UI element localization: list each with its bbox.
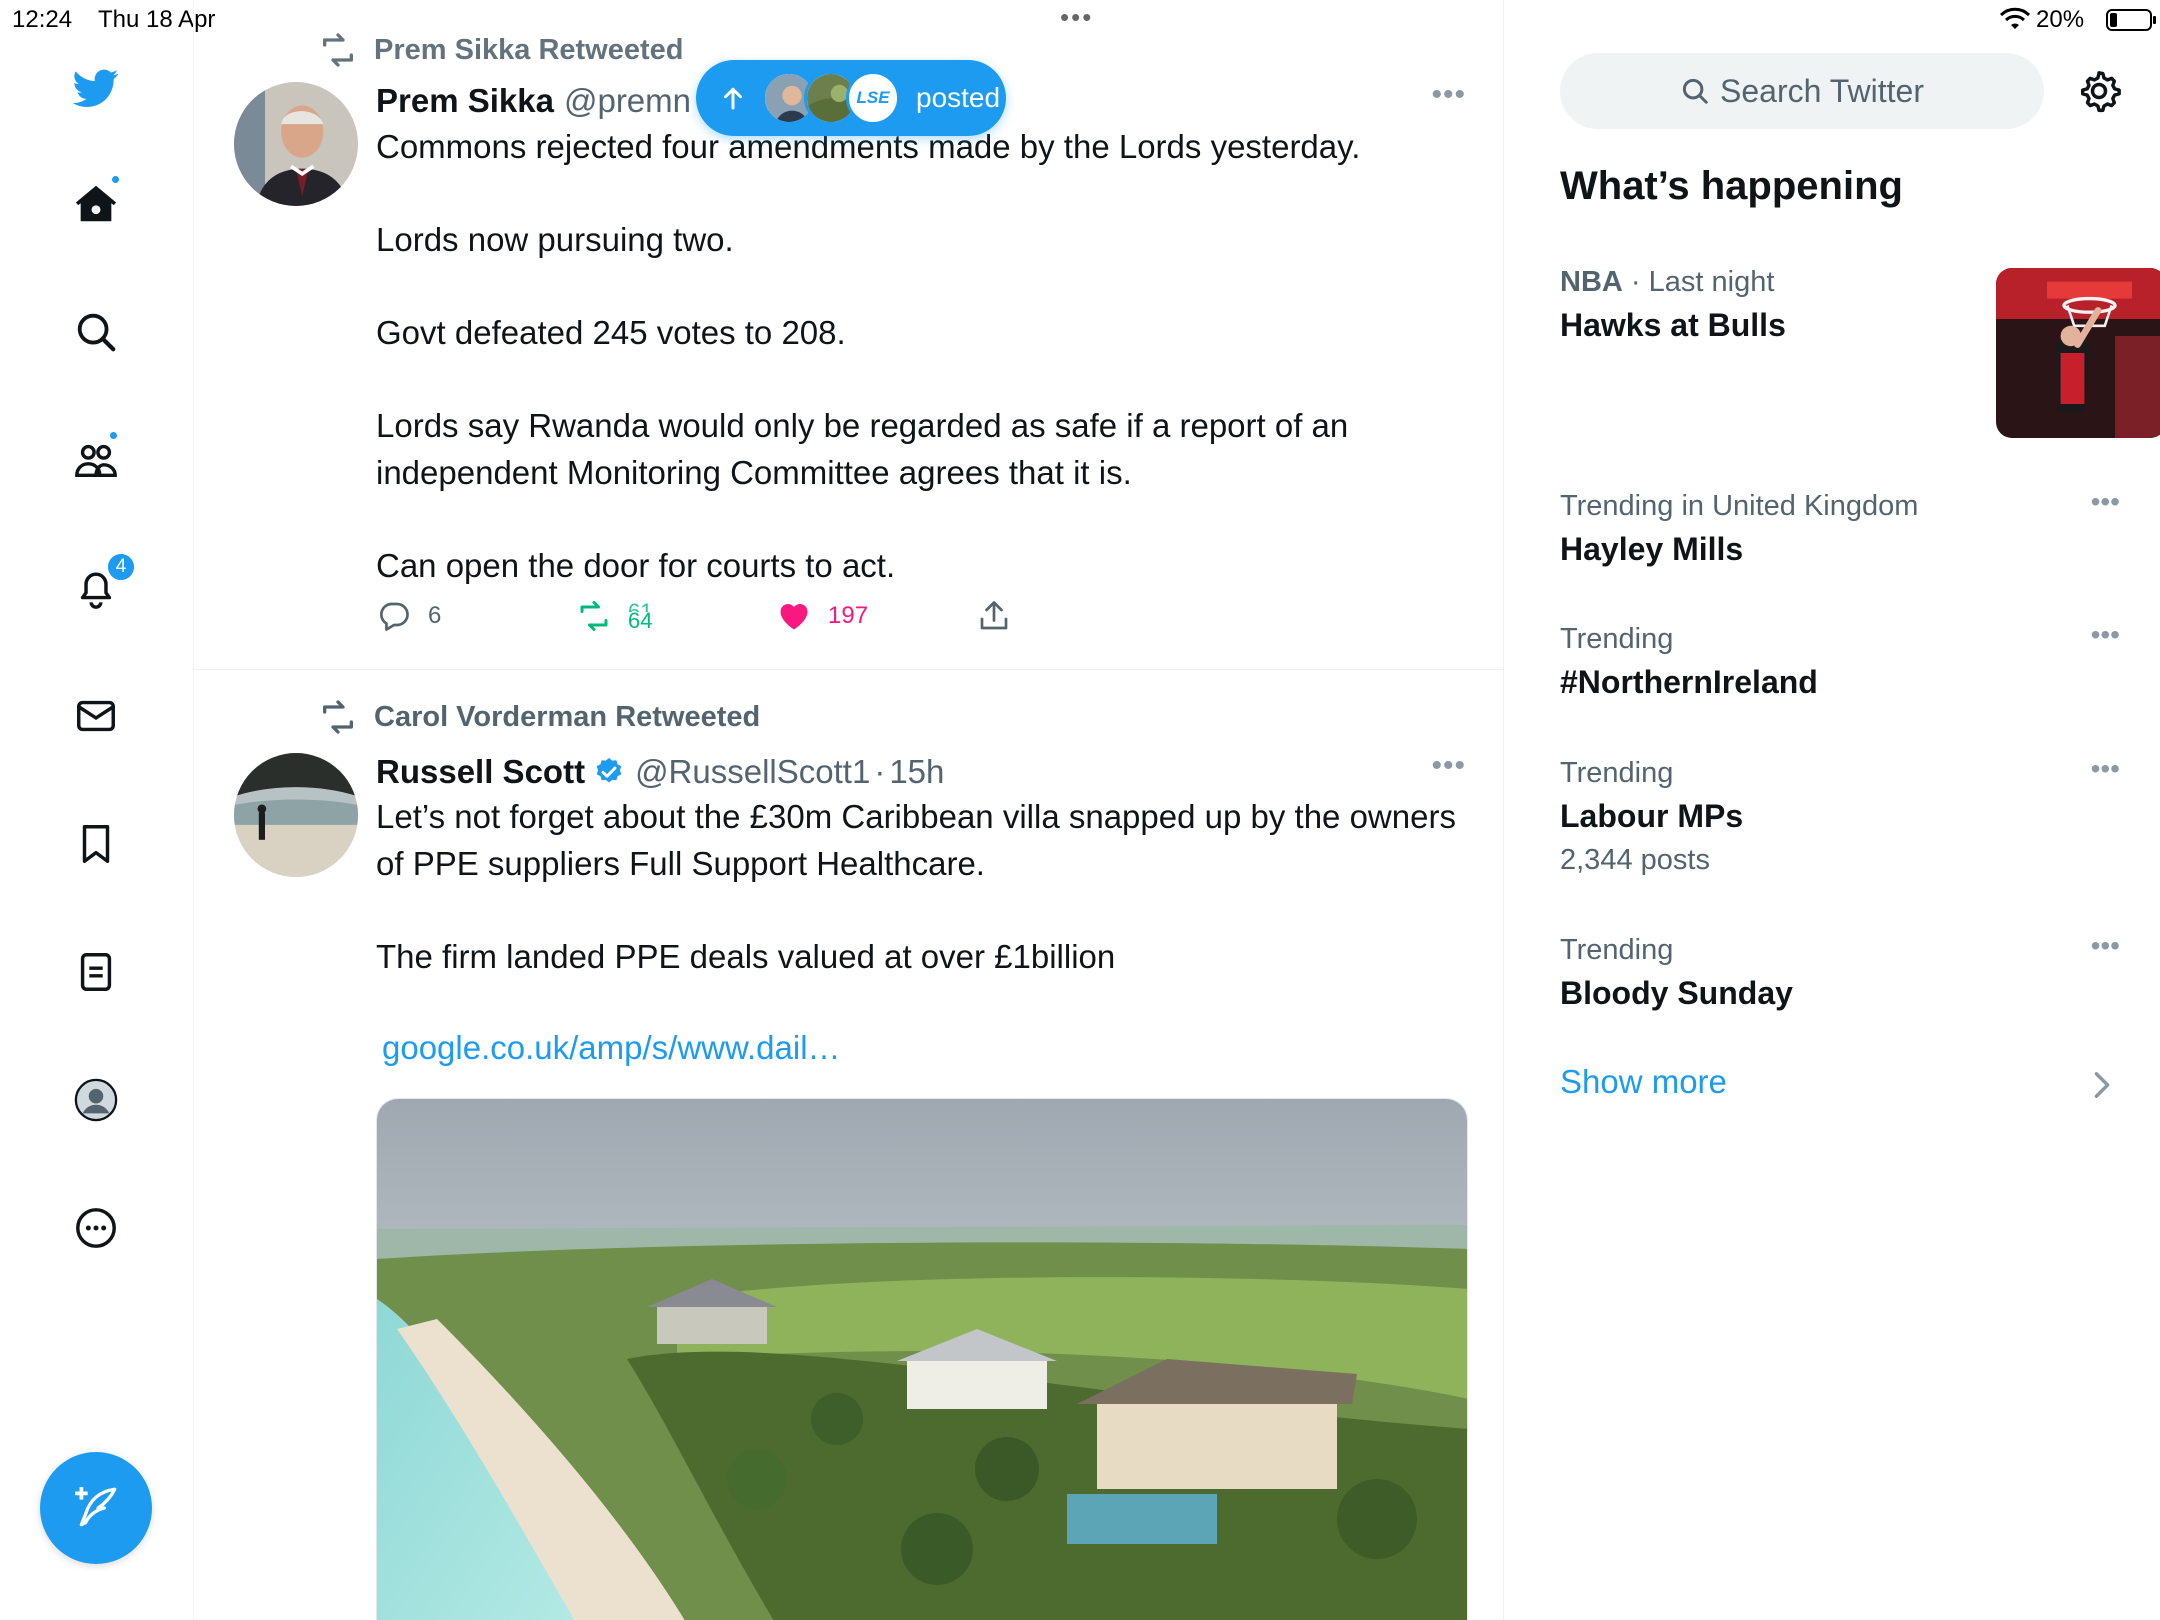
arrow-up-icon — [724, 87, 742, 110]
author-handle[interactable]: @premn — [564, 82, 691, 120]
trend-thumbnail — [1996, 268, 2160, 438]
timeline[interactable]: Prem Sikka Retweeted Prem Sikka @premn •… — [194, 0, 1504, 1620]
new-posts-avatars: LSE — [762, 71, 900, 125]
trend-item[interactable]: NBA · Last night Hawks at Bulls — [1560, 262, 2160, 442]
retweet-icon — [580, 601, 608, 631]
bookmarks-icon[interactable] — [66, 814, 126, 874]
trend-category: Trending — [1560, 623, 1674, 655]
new-posts-pill[interactable]: LSE posted — [696, 60, 1006, 136]
settings-gear-icon[interactable] — [2076, 68, 2122, 114]
like-button[interactable]: 197 — [776, 598, 868, 634]
trend-more-icon[interactable]: ••• — [2091, 486, 2120, 518]
retweet-icon — [323, 700, 353, 734]
avatar[interactable] — [234, 753, 358, 877]
retweeted-by-label: Prem Sikka Retweeted — [374, 33, 684, 66]
tweet-timestamp[interactable]: 15h — [889, 753, 944, 791]
tweet-link[interactable]: google.co.uk/amp/s/www.dail… — [382, 1029, 841, 1067]
retweet-count: 61 64 — [628, 603, 653, 633]
heart-filled-icon — [780, 604, 808, 630]
trend-category: Trending — [1560, 934, 1674, 966]
retweeted-by-label: Carol Vorderman Retweeted — [374, 700, 761, 733]
tweet-more-icon[interactable]: ••• — [1431, 78, 1466, 112]
trend-category: Trending — [1560, 757, 1674, 789]
retweet-context: Carol Vorderman Retweeted — [318, 697, 760, 737]
tweet-paragraph: Lords say Rwanda would only be regarded … — [376, 407, 1349, 491]
twitter-bird-icon[interactable] — [66, 58, 126, 118]
mini-avatar: LSE — [846, 71, 900, 125]
whats-happening-title: What’s happening — [1560, 164, 1903, 208]
retweet-count-previous: 61 — [628, 603, 652, 612]
trend-item[interactable]: Trending in United Kingdom Hayley Mills … — [1560, 486, 2120, 572]
left-navigation: 4 — [0, 0, 194, 1620]
trend-topic: #NorthernIreland — [1560, 664, 1818, 700]
search-placeholder: Search Twitter — [1720, 72, 1924, 109]
author-name[interactable]: Prem Sikka — [376, 82, 554, 120]
reply-count: 6 — [428, 602, 442, 629]
right-sidebar: Search Twitter What’s happening NBA · La… — [1504, 0, 2160, 1620]
search-icon — [1682, 78, 1708, 104]
author-name[interactable]: Russell Scott — [376, 753, 585, 791]
trend-post-count: 2,344 posts — [1560, 844, 1710, 876]
communities-icon[interactable] — [66, 430, 126, 490]
tweet-paragraph: Let’s not forget about the £30m Caribbea… — [376, 798, 1456, 882]
compose-feather-icon — [75, 1487, 117, 1527]
tweet-paragraph: Govt defeated 245 votes to 208. — [376, 314, 846, 351]
notifications-badge: 4 — [106, 552, 136, 582]
retweet-button[interactable]: 61 64 — [576, 598, 652, 634]
more-icon[interactable] — [66, 1198, 126, 1258]
tweet-text: Let’s not forget about the £30m Caribbea… — [376, 794, 1456, 980]
retweet-count-current: 64 — [628, 607, 653, 633]
show-more-link[interactable]: Show more — [1560, 1063, 1727, 1101]
messages-icon[interactable] — [66, 686, 126, 746]
tweet-actions: 6 61 64 197 — [376, 598, 1376, 638]
trend-category: Trending in United Kingdom — [1560, 490, 1919, 522]
home-unread-dot — [110, 174, 121, 185]
trend-more-icon[interactable]: ••• — [2091, 753, 2120, 785]
share-button[interactable] — [976, 598, 1028, 634]
trend-item[interactable]: Trending #NorthernIreland ••• — [1560, 619, 2120, 705]
trend-more-icon[interactable]: ••• — [2091, 619, 2120, 651]
tweet-text: Commons rejected four amendments made by… — [376, 124, 1456, 589]
avatar[interactable] — [234, 82, 358, 206]
tweet-more-icon[interactable]: ••• — [1431, 749, 1466, 783]
trend-topic: Bloody Sunday — [1560, 975, 1793, 1011]
trend-item[interactable]: Trending Labour MPs 2,344 posts ••• — [1560, 753, 2120, 881]
retweet-icon — [323, 33, 353, 67]
search-bar[interactable]: Search Twitter — [1560, 53, 2044, 129]
trend-item[interactable]: Trending Bloody Sunday ••• — [1560, 930, 2120, 1016]
tweet-header: Russell Scott @RussellScott1 · 15h — [376, 749, 944, 795]
tweet-paragraph: The firm landed PPE deals valued at over… — [376, 937, 1116, 975]
trend-topic: Hayley Mills — [1560, 531, 1744, 567]
trend-time: · Last night — [1630, 266, 1775, 298]
new-posts-label: posted — [916, 82, 1001, 113]
tweet-header: Prem Sikka @premn — [376, 78, 691, 124]
retweet-context: Prem Sikka Retweeted — [318, 30, 683, 70]
compose-button[interactable] — [40, 1452, 152, 1564]
tweet-media-image[interactable] — [376, 1098, 1468, 1620]
verified-badge-icon — [596, 758, 622, 783]
search-icon[interactable] — [66, 302, 126, 362]
communities-unread-dot — [108, 430, 119, 441]
reply-icon — [380, 602, 409, 631]
trend-topic: Labour MPs — [1560, 798, 1744, 834]
author-handle[interactable]: @RussellScott1 — [635, 753, 870, 791]
tweet-paragraph: Lords now pursuing two. — [376, 221, 734, 258]
share-icon — [980, 601, 1008, 630]
notifications-icon[interactable]: 4 — [66, 552, 136, 618]
profile-icon[interactable] — [66, 1070, 126, 1130]
trend-more-icon[interactable]: ••• — [2091, 930, 2120, 962]
like-count: 197 — [828, 602, 869, 629]
reply-button[interactable]: 6 — [376, 598, 441, 634]
home-icon[interactable] — [66, 174, 126, 234]
trend-category: NBA — [1560, 266, 1623, 298]
tweet[interactable]: Carol Vorderman Retweeted Russell Scott … — [194, 671, 1503, 1620]
tweet-paragraph: Can open the door for courts to act. — [376, 546, 896, 584]
lists-icon[interactable] — [66, 942, 126, 1002]
header-separator: · — [874, 753, 886, 790]
chevron-right-icon[interactable] — [2090, 1070, 2114, 1100]
mini-avatar-text: LSE — [856, 88, 890, 107]
